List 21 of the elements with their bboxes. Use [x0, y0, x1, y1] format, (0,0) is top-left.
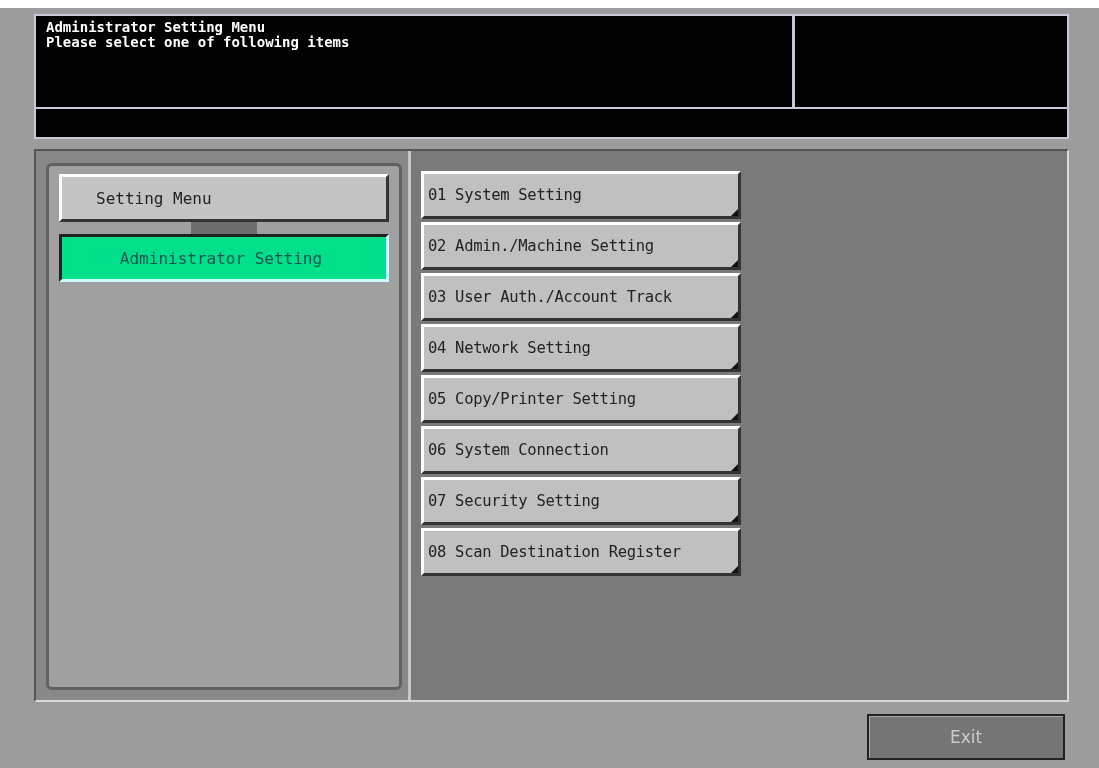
corner-triangle-icon [731, 209, 738, 217]
menu-level-tab[interactable]: Setting Menu [59, 174, 389, 223]
corner-triangle-icon [731, 566, 738, 574]
menu-item-button[interactable]: 07 Security Setting [421, 477, 741, 526]
menu-item-button[interactable]: 01 System Setting [421, 171, 741, 220]
corner-triangle-icon [731, 362, 738, 370]
screen-title: Administrator Setting Menu [46, 20, 267, 35]
corner-triangle-icon [731, 311, 738, 319]
instruction-text: Please select one of following items [46, 35, 351, 50]
menu-item-button[interactable]: 08 Scan Destination Register [421, 528, 741, 577]
corner-triangle-icon [731, 464, 738, 472]
menu-item-button[interactable]: 03 User Auth./Account Track [421, 273, 741, 322]
menu-item-button[interactable]: 05 Copy/Printer Setting [421, 375, 741, 424]
menu-item-button[interactable]: 06 System Connection [421, 426, 741, 475]
corner-triangle-icon [731, 413, 738, 421]
menu-item-button[interactable]: 04 Network Setting [421, 324, 741, 373]
corner-triangle-icon [731, 260, 738, 268]
corner-triangle-icon [731, 515, 738, 523]
connector-bar [191, 222, 257, 235]
menu-level-tab[interactable]: Administrator Setting [59, 234, 389, 283]
menu-item-button[interactable]: 02 Admin./Machine Setting [421, 222, 741, 271]
